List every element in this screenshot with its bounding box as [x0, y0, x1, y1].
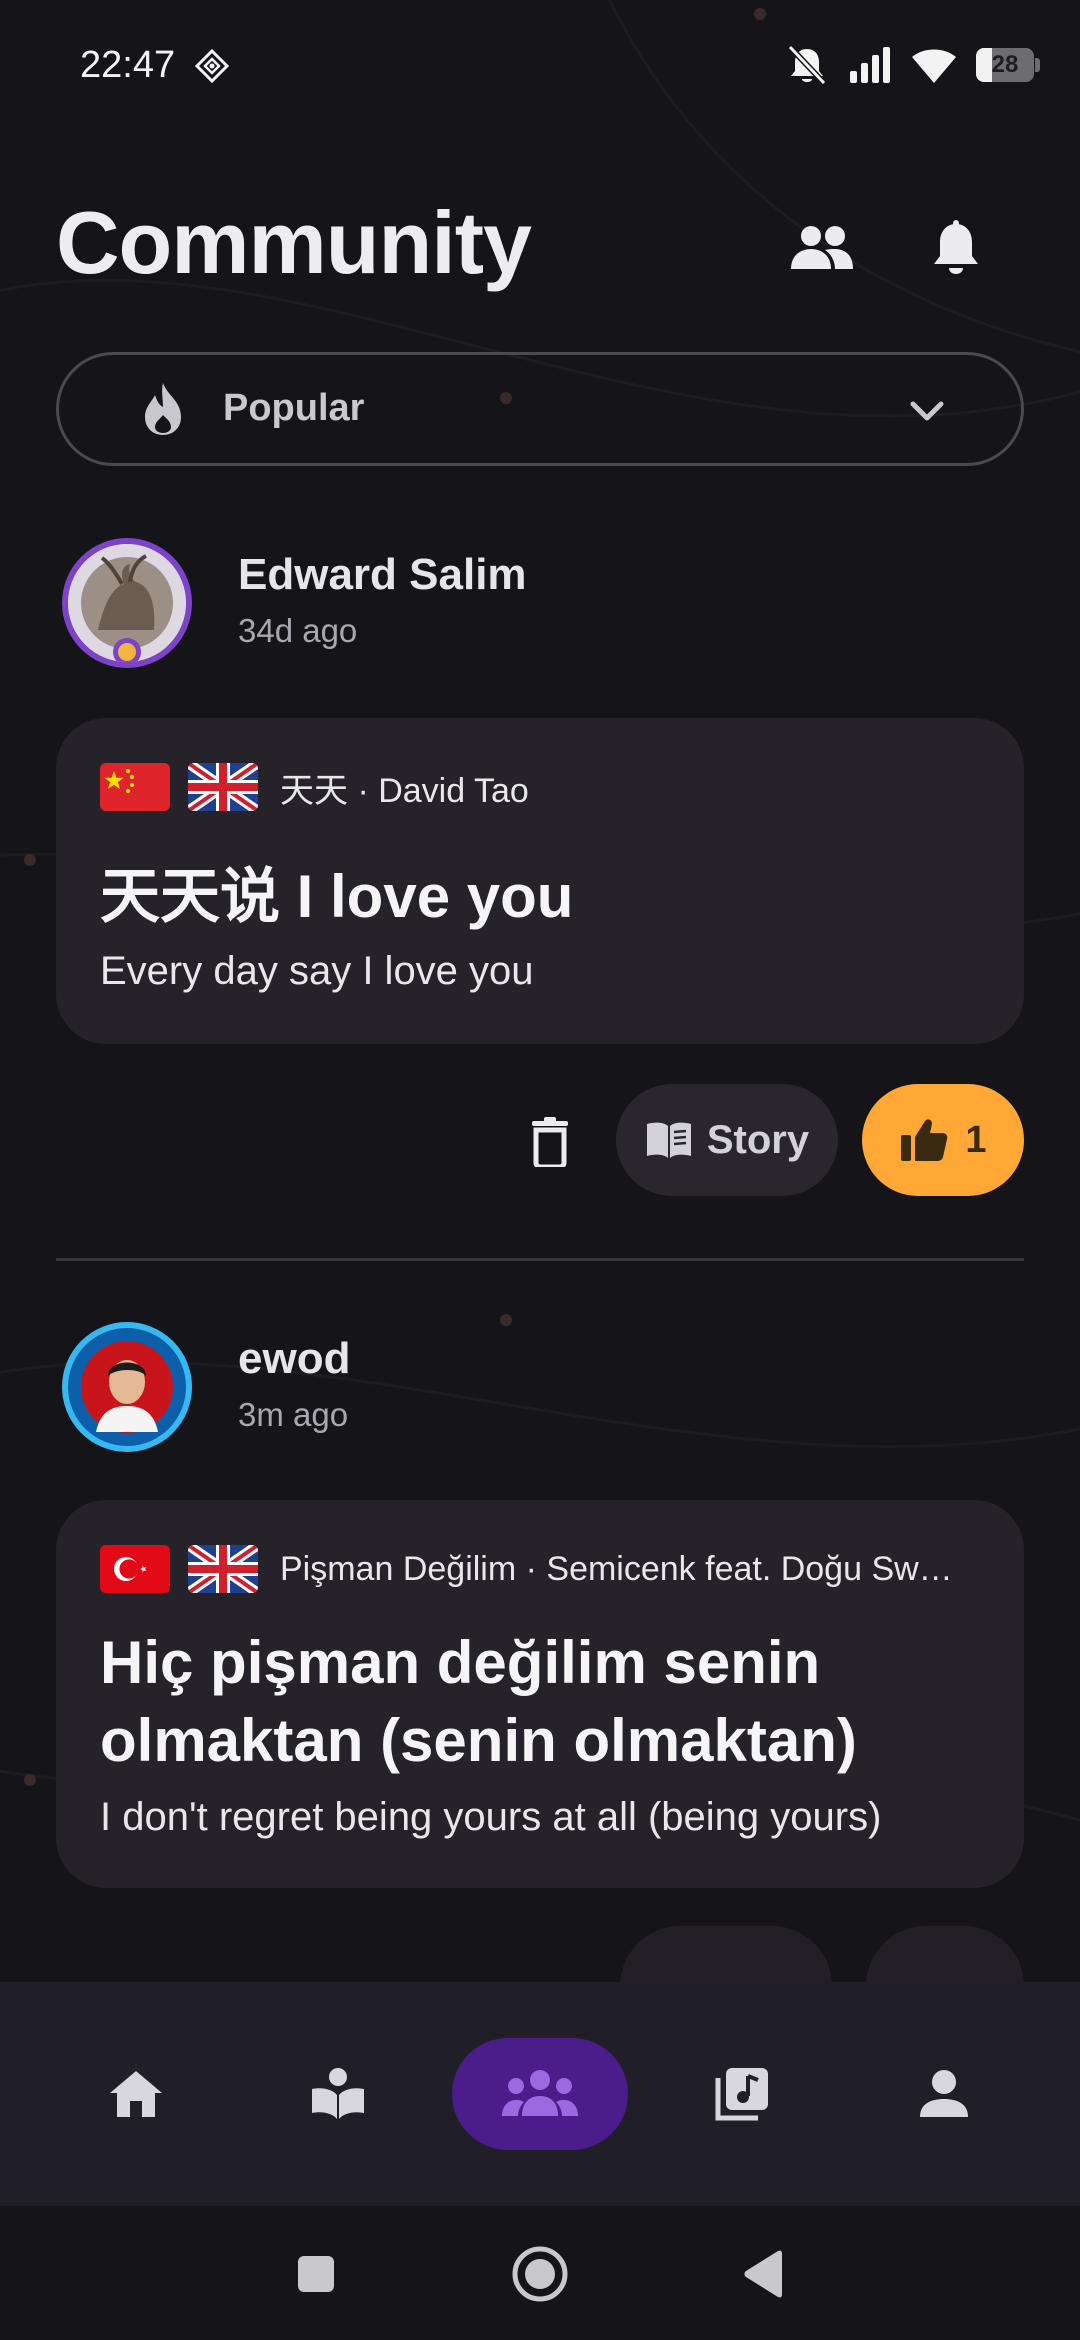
lyric-translation: I don't regret being yours at all (being… [100, 1795, 882, 1839]
open-book-icon [646, 1122, 691, 1158]
vpn-diamond-icon [194, 48, 230, 84]
page-title: Community [56, 193, 532, 292]
nav-profile[interactable] [856, 2038, 1032, 2150]
story-button-partial[interactable] [620, 1926, 832, 1986]
music-library-icon [715, 2068, 768, 2121]
nav-home[interactable] [48, 2038, 224, 2150]
silent-bell-icon [787, 44, 827, 86]
avatar[interactable] [62, 538, 192, 668]
flag-uk-icon [188, 1545, 258, 1593]
learn-icon [312, 2068, 364, 2119]
status-bar: 22:47 28 [0, 0, 1080, 130]
nav-music-library[interactable] [654, 2038, 830, 2150]
nav-community[interactable] [452, 2038, 628, 2150]
flag-china-icon [100, 763, 170, 811]
lyric-original: 天天说 I love you [100, 863, 574, 930]
lyric-card[interactable]: Pişman Değilim · Semicenk feat. Doğu Sw…… [56, 1500, 1024, 1888]
trash-icon [532, 1117, 568, 1167]
post-actions: Story 1 [0, 1084, 1080, 1196]
wifi-icon [912, 49, 958, 83]
back-triangle-icon [744, 2250, 782, 2298]
bell-icon [934, 220, 978, 274]
delete-button[interactable] [510, 1102, 590, 1182]
sort-filter-select[interactable]: Popular [56, 352, 1024, 466]
home-system-button[interactable] [508, 2242, 572, 2306]
home-icon [110, 2071, 162, 2117]
flag-uk-icon [188, 763, 258, 811]
recents-button[interactable] [284, 2242, 348, 2306]
recents-square-icon [298, 2256, 334, 2292]
people-icon [791, 226, 853, 269]
notifications-button[interactable] [916, 208, 996, 288]
lyric-card[interactable]: 天天 · David Tao 天天说 I love you Every day … [56, 718, 1024, 1044]
flag-turkey-icon [100, 1545, 170, 1593]
friends-button[interactable] [782, 208, 862, 288]
story-button[interactable]: Story [616, 1084, 838, 1196]
lyric-translation: Every day say I love you [100, 949, 534, 993]
signal-icon [850, 47, 890, 83]
thumbs-up-icon [901, 1119, 948, 1161]
song-info: 天天 · David Tao [280, 771, 529, 810]
status-time: 22:47 [80, 44, 176, 86]
song-info: Pişman Değilim · Semicenk feat. Doğu Sw… [280, 1549, 953, 1588]
battery-indicator: 28 [976, 48, 1040, 82]
post-divider [56, 1258, 1024, 1261]
like-button[interactable]: 1 [862, 1084, 1024, 1196]
post-header[interactable]: Edward Salim 34d ago [56, 534, 1024, 684]
flame-icon [145, 383, 181, 435]
filter-selected-label: Popular [223, 387, 365, 429]
chevron-down-icon [910, 401, 944, 421]
like-button-partial[interactable] [866, 1926, 1024, 1986]
post-username[interactable]: Edward Salim [238, 550, 527, 600]
home-circle-icon [512, 2246, 568, 2302]
community-icon [502, 2070, 578, 2116]
back-button[interactable] [732, 2242, 796, 2306]
post-username[interactable]: ewod [238, 1334, 350, 1384]
lyric-original-line-1: Hiç pişman değilim senin [100, 1629, 821, 1696]
story-label: Story [706, 1117, 810, 1162]
system-navigation-bar [0, 2206, 1080, 2340]
bottom-navigation [0, 1982, 1080, 2206]
post-header[interactable]: ewod 3m ago [56, 1318, 1024, 1468]
like-count: 1 [965, 1118, 987, 1161]
battery-level: 28 [991, 51, 1019, 78]
avatar[interactable] [62, 1322, 192, 1452]
profile-icon [920, 2070, 968, 2117]
nav-learn[interactable] [250, 2038, 426, 2150]
post-timestamp: 34d ago [238, 612, 358, 649]
lyric-original-line-2: olmaktan (senin olmaktan) [100, 1707, 857, 1774]
post-timestamp: 3m ago [238, 1396, 349, 1433]
